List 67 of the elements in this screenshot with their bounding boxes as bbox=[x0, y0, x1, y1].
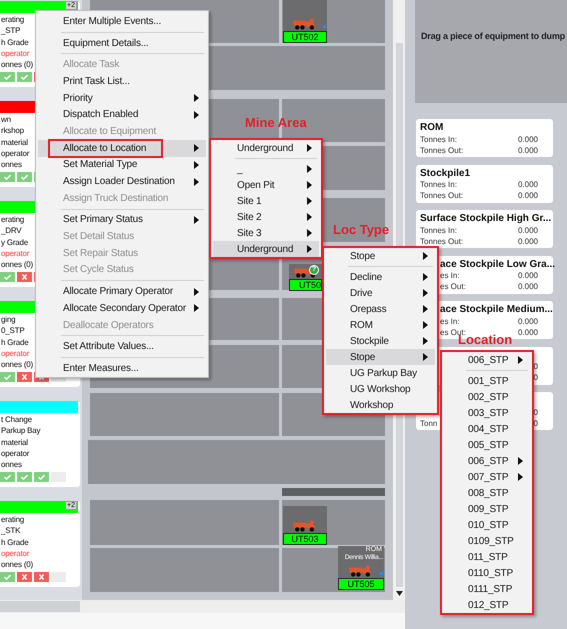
card-text: onnes (0) bbox=[0, 359, 33, 370]
card-text: erating bbox=[0, 214, 24, 226]
card-text: operator bbox=[0, 48, 30, 60]
field-label: Tonnes In: bbox=[420, 224, 457, 236]
field-value: 0.000 bbox=[518, 236, 538, 248]
field-label: Tonnes In: bbox=[420, 179, 457, 191]
equipment-label: UT50 bbox=[289, 279, 322, 291]
card-text: wn bbox=[0, 114, 11, 126]
card-text: _STP bbox=[0, 25, 20, 37]
equipment-label: UT505 bbox=[338, 578, 384, 590]
stockpile-title: ace Stockpile Low Gra... bbox=[440, 258, 556, 270]
card-text: h Grade bbox=[0, 536, 29, 548]
card-text: onnes (0) bbox=[0, 259, 33, 270]
card-text: _DRV bbox=[0, 225, 22, 237]
card-text: h Grade bbox=[0, 336, 29, 348]
field-label: es Out: bbox=[440, 281, 466, 293]
card-text: onnes (0) bbox=[0, 559, 33, 570]
annotation-label: Mine Area bbox=[245, 114, 307, 132]
field-label: Tonnes Out: bbox=[420, 190, 464, 202]
card-text: _STK bbox=[0, 525, 20, 537]
field-label: Tonnes Out: bbox=[420, 236, 464, 248]
card-text: operator bbox=[0, 148, 30, 160]
card-text: operator bbox=[0, 348, 30, 360]
field-value: 0.000 bbox=[518, 281, 538, 293]
card-text: onnes bbox=[0, 159, 22, 170]
field-label: es In: bbox=[440, 270, 460, 282]
stockpile-title: Stockpile1 bbox=[420, 166, 470, 180]
stockpile-title: Surface Stockpile High Gr... bbox=[420, 212, 552, 225]
field-value: 0.000 bbox=[518, 134, 538, 146]
card-text: 0_STP bbox=[0, 325, 24, 337]
card-text: rkshop bbox=[0, 125, 24, 137]
field-value: 0.000 bbox=[518, 270, 538, 282]
card-text: operator bbox=[0, 248, 30, 260]
stockpile-title: ace Stockpile Medium... bbox=[440, 303, 553, 316]
field-label: es Out: bbox=[440, 326, 466, 336]
field-label: Tonnes In: bbox=[420, 134, 457, 146]
card-text: operator bbox=[0, 548, 30, 560]
field-value: 0.000 bbox=[518, 316, 538, 328]
field-value: 0 bbox=[534, 418, 538, 430]
field-label: Tonn bbox=[420, 418, 438, 430]
equipment-label: UT503 bbox=[283, 533, 327, 545]
card-text: onnes bbox=[0, 459, 22, 470]
card-text: Parkup Bay bbox=[0, 425, 40, 437]
card-text: material bbox=[0, 436, 28, 448]
field-label: es In: bbox=[440, 316, 460, 328]
card-text: onnes (0) bbox=[0, 59, 33, 70]
field-label: Tonnes Out: bbox=[420, 144, 464, 156]
card-text: material bbox=[0, 136, 28, 148]
field-value: 0.000 bbox=[518, 326, 538, 338]
field-value: 0 bbox=[534, 372, 538, 384]
card-text: erating bbox=[0, 514, 24, 526]
field-value: 0.000 bbox=[518, 179, 538, 191]
equipment-label: UT502 bbox=[283, 31, 327, 43]
card-text: erating bbox=[0, 14, 24, 26]
field-value: 0 bbox=[534, 361, 538, 373]
card-text: h Grade bbox=[0, 36, 29, 48]
card-text: t Change bbox=[0, 414, 32, 426]
field-value: 0.000 bbox=[518, 190, 538, 202]
field-value: 0 bbox=[534, 406, 538, 418]
field-value: 0.000 bbox=[518, 224, 538, 236]
card-text: ging bbox=[0, 314, 16, 326]
drop-zone-text: Drag a piece of equipment to dump bbox=[421, 30, 565, 43]
annotation-label: Loc Type bbox=[333, 221, 390, 239]
stockpile-title: ROM bbox=[420, 121, 444, 134]
card-text: y Grade bbox=[0, 236, 28, 248]
card-text: operator bbox=[0, 448, 30, 460]
field-value: 0.000 bbox=[518, 144, 538, 156]
